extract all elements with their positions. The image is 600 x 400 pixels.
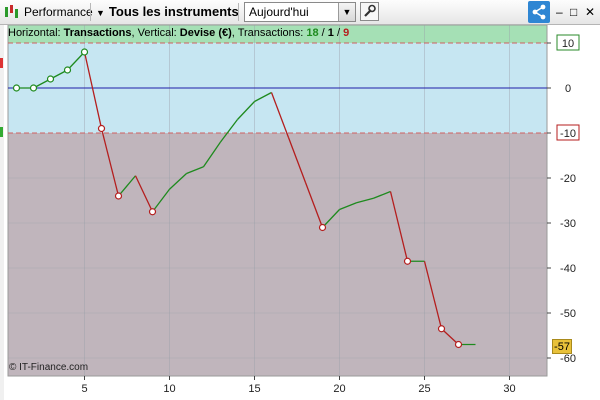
x-tick-label: 20	[333, 383, 345, 395]
trade-marker	[437, 325, 446, 333]
instruments-label: Tous les instruments	[108, 4, 239, 19]
x-axis: 5 10 15 20 25 30	[81, 376, 516, 395]
y-tick-label: 10	[562, 38, 574, 50]
toolbar-separator	[238, 3, 239, 21]
copyright-text: © IT-Finance.com	[9, 362, 89, 373]
x-tick-label: 5	[81, 383, 87, 395]
y-axis: 100-10-20-30-40-50-60	[547, 34, 580, 365]
trade-marker	[97, 124, 106, 133]
y-tick-label: -50	[560, 308, 576, 320]
share-icon[interactable]	[528, 1, 550, 23]
period-select[interactable]: Aujourd'hui ▼	[244, 2, 356, 22]
left-edge-marker	[0, 58, 3, 68]
dropdown-arrow-icon: ▼	[96, 8, 105, 18]
y-tick-label: -20	[560, 173, 576, 185]
trade-marker	[148, 208, 157, 216]
trade-marker	[46, 75, 55, 83]
y-tick-label: -40	[560, 263, 576, 275]
count-separator: /	[318, 27, 328, 39]
losing-count: 9	[343, 27, 350, 39]
maximize-icon[interactable]: □	[570, 0, 577, 24]
info-bar: Horizontal: Transactions, Vertical: Devi…	[8, 26, 349, 40]
performance-chart: 100-10-20-30-40-50-60 5 10 15 20 25 30	[7, 25, 580, 395]
y-tick-label: -10	[560, 128, 576, 140]
trade-marker	[114, 192, 123, 200]
y-tick-label: 0	[565, 83, 571, 95]
winning-count: 18	[306, 27, 319, 39]
wrench-icon[interactable]	[360, 2, 379, 21]
horizontal-value: Transactions	[63, 27, 132, 39]
vertical-value: Devise (€)	[179, 27, 232, 39]
trade-marker	[80, 48, 89, 56]
x-tick-label: 30	[503, 383, 515, 395]
left-edge-marker	[0, 127, 3, 137]
chevron-down-icon[interactable]: ▼	[338, 3, 355, 21]
instruments-dropdown[interactable]: ▼ Tous les instruments	[96, 0, 239, 24]
trade-marker	[63, 66, 72, 74]
trade-marker	[318, 223, 327, 232]
toolbar-separator	[90, 3, 91, 21]
performance-label[interactable]: Performance	[24, 0, 93, 24]
minimize-icon[interactable]: –	[556, 0, 563, 24]
current-value-badge: -57	[552, 339, 572, 354]
count-separator: /	[333, 27, 344, 39]
horizontal-prefix: Horizontal:	[8, 27, 64, 39]
trade-marker	[403, 257, 412, 265]
x-tick-label: 25	[418, 383, 430, 395]
chart-app-icon	[3, 4, 19, 20]
trade-marker	[12, 84, 21, 92]
period-value: Aujourd'hui	[249, 5, 309, 19]
x-tick-label: 10	[163, 383, 175, 395]
trade-marker	[454, 340, 463, 349]
y-tick-label: -30	[560, 218, 576, 230]
trade-marker	[29, 84, 38, 92]
loss-zone	[8, 133, 547, 376]
toolbar: Performance ▼ Tous les instruments Aujour…	[0, 0, 600, 25]
x-tick-label: 15	[248, 383, 260, 395]
chart-zones	[7, 25, 548, 377]
vertical-prefix: , Vertical:	[131, 27, 180, 39]
transactions-prefix: , Transactions:	[231, 27, 307, 39]
close-icon[interactable]: ✕	[585, 0, 595, 24]
chart-panel: 10 0 -10 -20 -30 -40 -50 -60 5 10 15 20 25 30	[4, 25, 600, 400]
